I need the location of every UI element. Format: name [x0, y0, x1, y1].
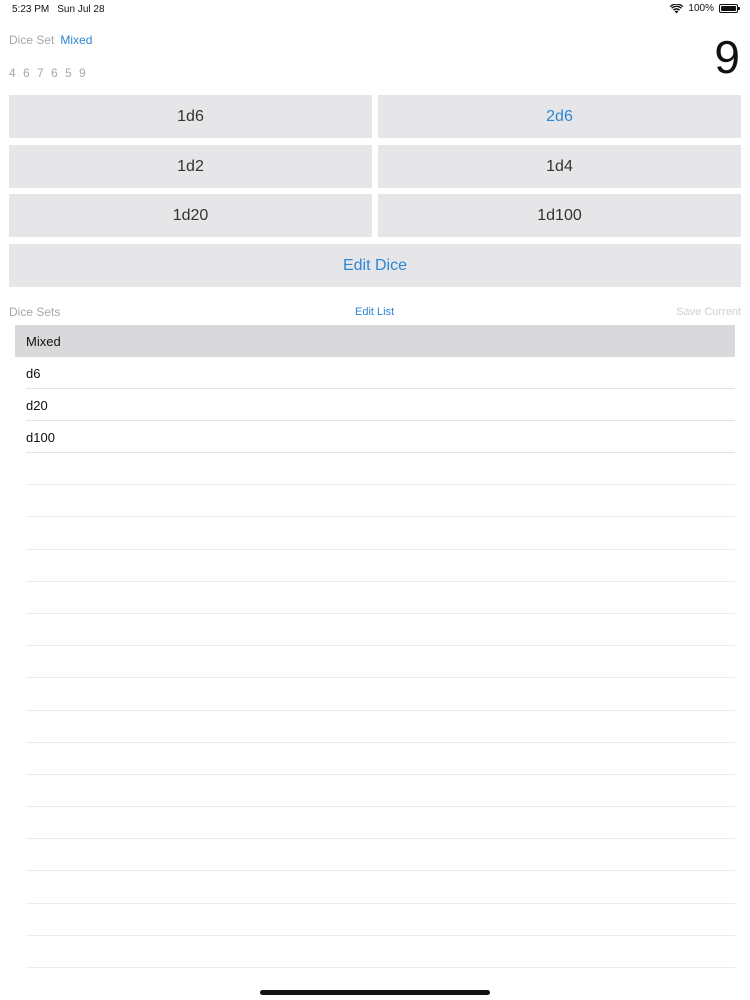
dice-sets-title: Dice Sets — [9, 305, 61, 319]
empty-row — [26, 453, 735, 486]
status-date: Sun Jul 28 — [57, 4, 105, 15]
dice-button-2d6[interactable]: 2d6 — [378, 95, 741, 138]
status-time: 5:23 PM — [12, 4, 50, 15]
home-indicator[interactable] — [260, 990, 490, 995]
empty-row — [26, 517, 735, 550]
list-item-label: d20 — [26, 397, 48, 413]
empty-row — [26, 743, 735, 775]
battery-tip — [738, 7, 740, 10]
empty-row — [26, 711, 735, 743]
empty-row — [26, 582, 735, 614]
list-item-label: d100 — [26, 429, 55, 445]
list-item-label: Mixed — [26, 333, 61, 349]
dice-set-value[interactable]: Mixed — [60, 33, 92, 47]
list-item-d20[interactable]: d20 — [15, 389, 735, 421]
empty-row — [26, 550, 735, 582]
list-item-d100[interactable]: d100 — [15, 421, 735, 453]
roll-total: 9 — [714, 31, 740, 83]
empty-row — [26, 936, 735, 968]
edit-dice-button[interactable]: Edit Dice — [9, 244, 741, 287]
dice-button-1d2[interactable]: 1d2 — [9, 145, 372, 188]
battery-icon — [719, 4, 740, 13]
empty-row — [26, 839, 735, 872]
empty-row — [26, 485, 735, 518]
battery-percent: 100% — [688, 3, 714, 14]
dice-sets-header: Dice Sets Edit List Save Current — [9, 305, 741, 321]
dice-sets-list: Mixed d6 d20 d100 — [15, 325, 735, 453]
dice-button-1d100[interactable]: 1d100 — [378, 194, 741, 237]
empty-row — [26, 904, 735, 936]
list-item-label: d6 — [26, 365, 41, 381]
dice-button-1d20[interactable]: 1d20 — [9, 194, 372, 237]
battery-fill — [721, 6, 736, 11]
empty-list-rows — [26, 453, 735, 968]
empty-row — [26, 678, 735, 711]
status-right: 100% — [670, 3, 740, 14]
edit-list-button[interactable]: Edit List — [355, 306, 394, 318]
save-current-button[interactable]: Save Current — [676, 306, 741, 318]
empty-row — [26, 775, 735, 808]
status-bar: 5:23 PM Sun Jul 28 100% — [0, 0, 750, 18]
current-dice-set: Dice Set Mixed — [9, 33, 92, 47]
dice-button-1d6[interactable]: 1d6 — [9, 95, 372, 138]
empty-row — [26, 646, 735, 679]
status-left: 5:23 PM Sun Jul 28 — [12, 4, 105, 15]
empty-row — [26, 807, 735, 840]
list-item-d6[interactable]: d6 — [15, 357, 735, 389]
app-screen: 5:23 PM Sun Jul 28 100% Dice Set Mixed 4… — [0, 0, 750, 1000]
roll-history: 4 6 7 6 5 9 — [9, 66, 88, 80]
empty-row — [26, 871, 735, 904]
list-item-mixed[interactable]: Mixed — [15, 325, 735, 357]
dice-set-label: Dice Set — [9, 33, 55, 47]
wifi-icon — [670, 3, 684, 13]
empty-row — [26, 614, 735, 647]
dice-button-1d4[interactable]: 1d4 — [378, 145, 741, 188]
